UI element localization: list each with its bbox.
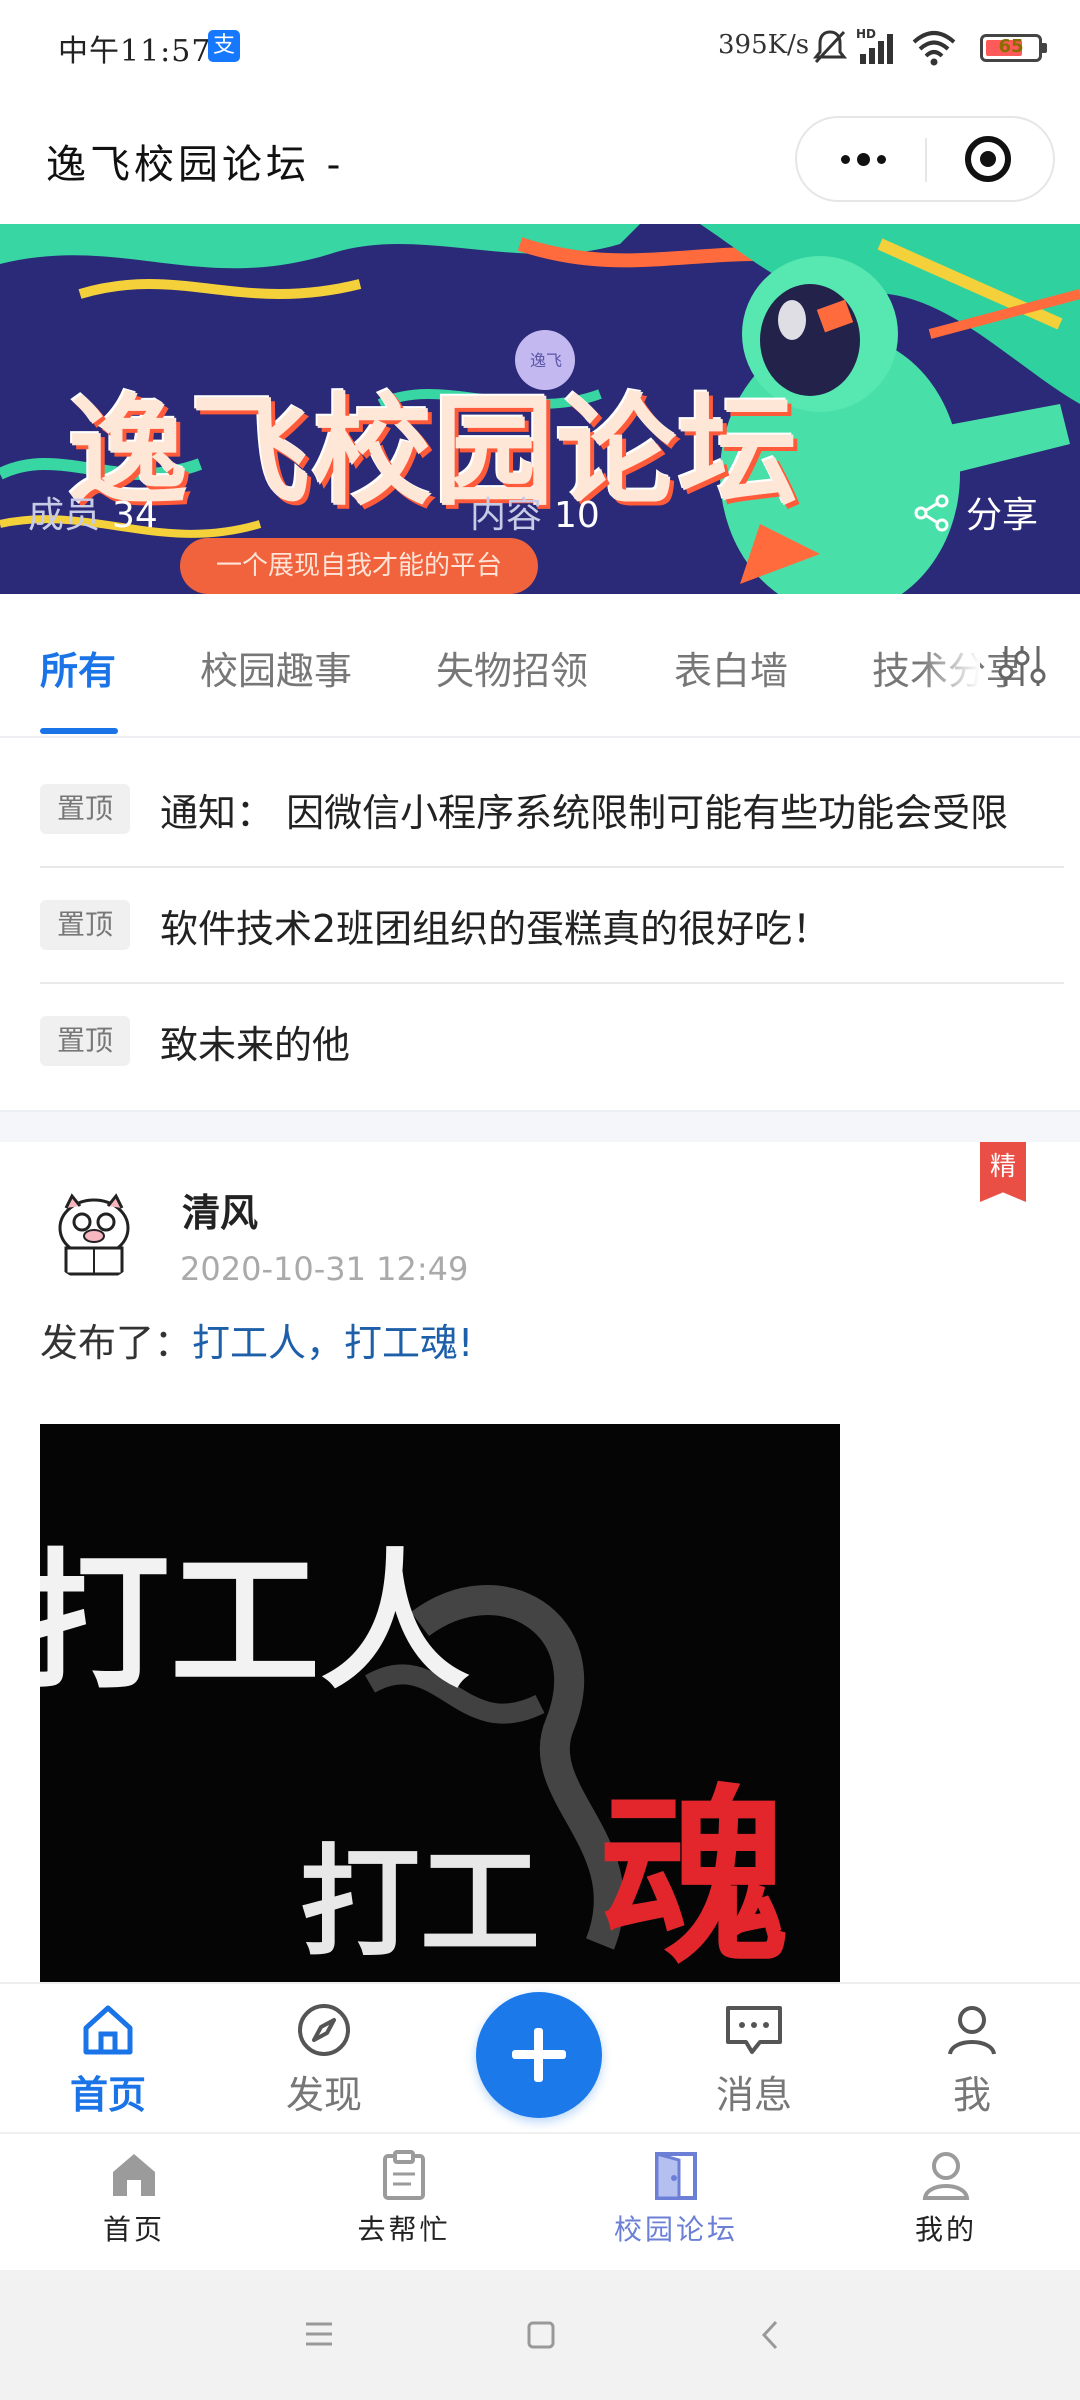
- user-icon: [922, 2152, 970, 2200]
- tab-forum[interactable]: 校园论坛: [596, 2148, 756, 2248]
- tab-confession-wall[interactable]: 表白墙: [674, 640, 788, 695]
- create-post-button[interactable]: [476, 1992, 602, 2118]
- status-icons: HD 65: [812, 26, 1047, 70]
- pinned-badge: 置顶: [40, 900, 130, 950]
- nav-discover[interactable]: 发现: [264, 2002, 384, 2119]
- close-mini-program-button[interactable]: [965, 136, 1011, 182]
- tab-home[interactable]: 首页: [54, 2148, 214, 2248]
- battery-level: 65: [998, 36, 1024, 57]
- battery-icon: 65: [980, 34, 1047, 62]
- status-bar: 中午11:57 支 395K/s HD 65: [0, 0, 1080, 96]
- content-stat: 内容 10: [470, 486, 600, 538]
- system-nav-bar: [0, 2270, 1080, 2400]
- message-icon: [726, 2006, 782, 2054]
- tab-home-label: 首页: [102, 2213, 165, 2246]
- menu-icon[interactable]: [304, 2320, 334, 2348]
- post-content: 发布了：打工人，打工魂!: [40, 1312, 473, 1367]
- back-icon[interactable]: [758, 2318, 782, 2352]
- share-label: 分享: [966, 495, 1039, 536]
- pinned-title: 软件技术2班团组织的蛋糕真的很好吃！: [160, 907, 831, 951]
- nav-messages-label: 消息: [715, 2073, 792, 2117]
- pinned-item[interactable]: 置顶 通知： 因微信小程序系统限制可能有些功能会受限: [40, 752, 1064, 868]
- post-image[interactable]: 打工人 打工 魂: [40, 1424, 840, 1984]
- wifi-icon: [912, 31, 956, 66]
- members-stat: 成员 34: [28, 486, 158, 538]
- mini-program-title-bar: 逸飞校园论坛 -: [0, 96, 1080, 224]
- bottom-tab-bar: 首页 去帮忙 校园论坛 我的: [0, 2132, 1080, 2272]
- home-square-icon[interactable]: [526, 2320, 556, 2350]
- tab-help-label: 去帮忙: [357, 2213, 451, 2246]
- content-count: 10: [554, 495, 600, 536]
- post-prefix: 发布了：: [40, 1321, 193, 1365]
- nav-home-label: 首页: [69, 2073, 146, 2117]
- post-time: 2020-10-31 12:49: [180, 1250, 469, 1288]
- network-speed: 395K/s: [718, 30, 810, 60]
- pinned-badge: 置顶: [40, 784, 130, 834]
- more-menu-button[interactable]: [833, 136, 893, 182]
- banner-title: 逸飞校园论坛: [68, 383, 800, 522]
- svg-text:HD: HD: [856, 27, 876, 41]
- pinned-badge: 置顶: [40, 1016, 130, 1066]
- pinned-list: 置顶 通知： 因微信小程序系统限制可能有些功能会受限 置顶 软件技术2班团组织的…: [0, 752, 1080, 1110]
- tab-all[interactable]: 所有: [40, 640, 116, 695]
- active-tab-indicator: [40, 728, 118, 734]
- post-image-text-2: 打工: [300, 1834, 540, 1973]
- forum-banner: 逸飞 逸飞校园论坛 成员 34 内容 10 分享 一个展现自我才能的平台: [0, 224, 1080, 594]
- pinned-item[interactable]: 置顶 致未来的他: [40, 984, 1064, 1098]
- category-tabs: 所有 校园趣事 失物招领 表白墙 技术分享: [0, 594, 1080, 738]
- members-count: 34: [112, 495, 158, 536]
- tab-lost-found[interactable]: 失物招领: [436, 640, 588, 695]
- post-card[interactable]: 精 清风 2020-10-31 12:49 发布了：打工人，打工魂! 打工人 打…: [0, 1142, 1080, 1984]
- home-icon: [83, 2005, 133, 2055]
- post-image-text-3: 魂: [600, 1768, 790, 1984]
- avatar[interactable]: [46, 1186, 142, 1282]
- door-icon: [655, 2152, 697, 2200]
- community-nav: 首页 发现 消息 我: [0, 1982, 1080, 2134]
- nav-discover-label: 发现: [285, 2073, 362, 2117]
- post-image-text-1: 打工人: [40, 1536, 470, 1710]
- share-button[interactable]: 分享: [912, 486, 1038, 538]
- members-label: 成员: [28, 495, 101, 536]
- compass-icon: [298, 2004, 350, 2056]
- alipay-icon: 支: [208, 30, 240, 62]
- post-link[interactable]: 打工人，打工魂!: [192, 1321, 473, 1365]
- tab-forum-label: 校园论坛: [613, 2213, 738, 2246]
- post-author[interactable]: 清风: [182, 1182, 258, 1237]
- tab-help[interactable]: 去帮忙: [324, 2148, 484, 2248]
- status-time: 中午11:57: [58, 34, 212, 69]
- section-divider: [0, 1110, 1080, 1144]
- user-icon: [948, 2006, 996, 2055]
- pinned-title: 致未来的他: [160, 1023, 351, 1067]
- tab-mine-label: 我的: [914, 2213, 977, 2246]
- banner-slogan: 一个展现自我才能的平台: [180, 538, 538, 594]
- nav-me-label: 我: [952, 2073, 991, 2117]
- pinned-item[interactable]: 置顶 软件技术2班团组织的蛋糕真的很好吃！: [40, 868, 1064, 984]
- featured-badge: 精: [980, 1142, 1026, 1202]
- share-icon: [914, 494, 949, 532]
- page-title: 逸飞校园论坛 -: [46, 142, 345, 188]
- nav-me[interactable]: 我: [912, 2002, 1032, 2119]
- tab-mine[interactable]: 我的: [866, 2148, 1026, 2248]
- tab-campus-fun[interactable]: 校园趣事: [200, 640, 352, 695]
- filter-settings-icon[interactable]: [996, 642, 1048, 690]
- signal-icon: HD: [856, 27, 893, 64]
- nav-home[interactable]: 首页: [48, 2002, 168, 2119]
- post-image-art: 打工人 打工 魂: [40, 1424, 840, 1984]
- pinned-title: 通知： 因微信小程序系统限制可能有些功能会受限: [160, 791, 1009, 835]
- content-label: 内容: [470, 495, 543, 536]
- mini-program-capsule: [795, 116, 1055, 202]
- home-icon: [113, 2154, 155, 2196]
- nav-messages[interactable]: 消息: [694, 2002, 814, 2119]
- clipboard-icon: [383, 2150, 425, 2200]
- mute-icon: [812, 30, 848, 64]
